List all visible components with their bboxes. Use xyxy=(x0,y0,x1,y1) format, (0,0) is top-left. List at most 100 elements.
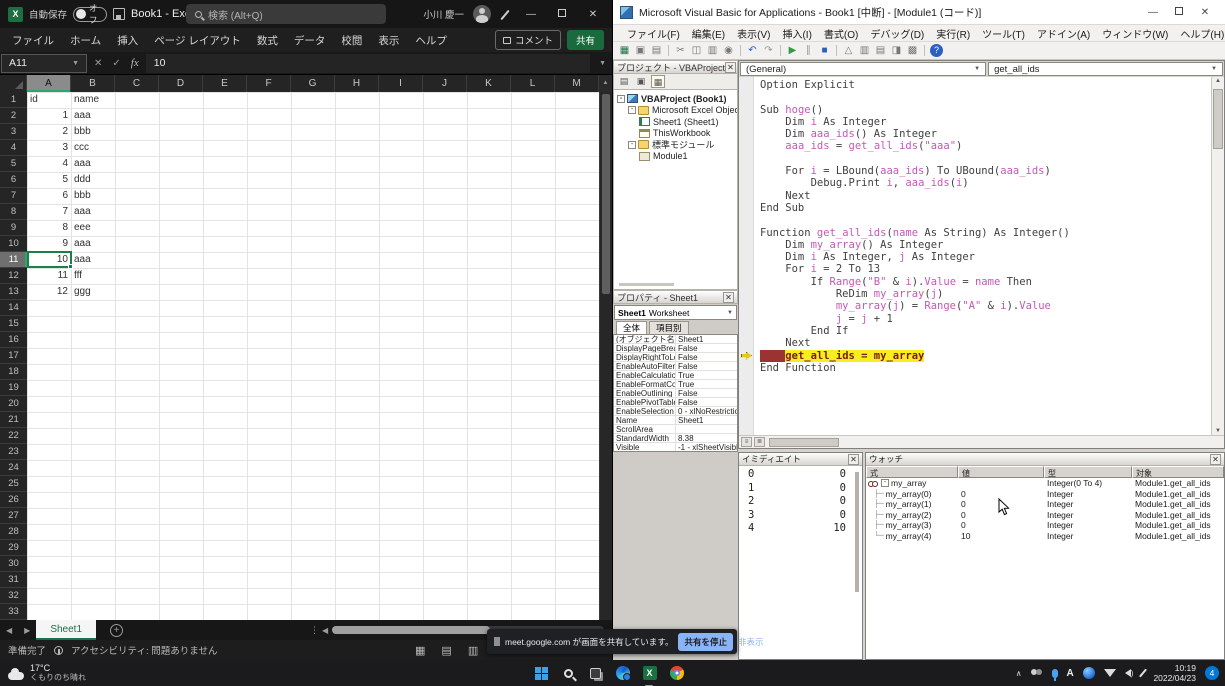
cell-A2[interactable]: 1 xyxy=(27,108,71,124)
code-vscroll-thumb[interactable] xyxy=(1213,89,1223,149)
row-header-29[interactable]: 29 xyxy=(0,540,27,556)
column-header-M[interactable]: M xyxy=(555,75,599,92)
cell-B12[interactable]: fff xyxy=(71,268,115,284)
code-editor[interactable]: Option Explicit Sub hoge() Dim i As Inte… xyxy=(754,77,1211,435)
notification-badge[interactable]: 4 xyxy=(1205,666,1219,680)
vbe-menu-7[interactable]: ツール(T) xyxy=(976,26,1031,41)
row-header-21[interactable]: 21 xyxy=(0,412,27,428)
cell-B8[interactable]: aaa xyxy=(71,204,115,220)
cell-B13[interactable]: ggg xyxy=(71,284,115,300)
minimize-button[interactable]: — xyxy=(520,9,542,20)
cell-B10[interactable]: aaa xyxy=(71,236,115,252)
sheet-nav-left-icon[interactable]: ◀ xyxy=(0,626,18,635)
row-header-27[interactable]: 27 xyxy=(0,508,27,524)
row-header-24[interactable]: 24 xyxy=(0,460,27,476)
cells[interactable]: idname1aaa2bbb3ccc4aaa5ddd6bbb7aaa8eee9a… xyxy=(27,92,599,620)
copy-icon[interactable]: ◫ xyxy=(690,44,703,57)
redo-icon[interactable]: ↷ xyxy=(762,44,775,57)
property-row-3[interactable]: EnableAutoFilterFalse xyxy=(614,362,737,371)
row-header-6[interactable]: 6 xyxy=(0,172,27,188)
normal-view-icon[interactable]: ▦ xyxy=(415,644,425,657)
enter-icon[interactable]: ✓ xyxy=(109,58,123,69)
immediate-scrollbar[interactable] xyxy=(855,472,859,592)
hscroll-left-icon[interactable]: ◀ xyxy=(322,626,328,635)
column-header-F[interactable]: F xyxy=(247,75,291,92)
watch-header-context[interactable]: 対象 xyxy=(1132,466,1224,478)
ribbon-tab-3[interactable]: ページ レイアウト xyxy=(146,33,249,48)
collapse-icon[interactable]: - xyxy=(628,106,636,114)
wifi-icon[interactable] xyxy=(1104,669,1116,677)
code-scroll-down-icon[interactable]: ▼ xyxy=(1212,428,1224,434)
find-icon[interactable]: ◉ xyxy=(722,44,735,57)
column-header-E[interactable]: E xyxy=(203,75,247,92)
vbe-menu-9[interactable]: ウィンドウ(W) xyxy=(1096,26,1174,41)
windows-taskbar-button[interactable] xyxy=(533,665,550,682)
full-module-view-icon[interactable]: ≣ xyxy=(754,437,765,447)
property-row-7[interactable]: EnablePivotTableFalse xyxy=(614,398,737,407)
vbe-minimize-button[interactable]: — xyxy=(1140,7,1166,18)
autosave-toggle[interactable]: オフ xyxy=(73,7,107,22)
vbe-menu-2[interactable]: 表示(V) xyxy=(731,26,776,41)
tabbar-options-icon[interactable]: ⋮ xyxy=(310,625,319,636)
row-header-20[interactable]: 20 xyxy=(0,396,27,412)
cell-A8[interactable]: 7 xyxy=(27,204,71,220)
property-row-6[interactable]: EnableOutliningFalse xyxy=(614,389,737,398)
row-header-9[interactable]: 9 xyxy=(0,220,27,236)
row-header-4[interactable]: 4 xyxy=(0,140,27,156)
ime-indicator[interactable]: A xyxy=(1067,668,1074,679)
edge-taskbar-button[interactable] xyxy=(614,665,631,682)
accessibility-status[interactable]: アクセシビリティ: 問題ありません xyxy=(71,643,217,657)
ribbon-tab-0[interactable]: ファイル xyxy=(4,33,62,48)
watch-row-1[interactable]: ├─my_array(0)0IntegerModule1.get_all_ids xyxy=(866,489,1224,500)
vbe-menu-5[interactable]: デバッグ(D) xyxy=(864,26,930,41)
project-panel-close-icon[interactable]: ✕ xyxy=(725,62,736,73)
cell-B1[interactable]: name xyxy=(71,92,115,108)
undo-icon[interactable]: ↶ xyxy=(746,44,759,57)
tray-microphone-icon[interactable] xyxy=(1052,669,1058,678)
tree-item-5[interactable]: Module1 xyxy=(614,151,737,163)
watch-row-5[interactable]: └─my_array(4)10IntegerModule1.get_all_id… xyxy=(866,531,1224,542)
watch-row-0[interactable]: -my_arrayInteger(0 To 4)Module1.get_all_… xyxy=(866,478,1224,489)
row-header-3[interactable]: 3 xyxy=(0,124,27,140)
maximize-button[interactable] xyxy=(551,9,573,20)
row-header-11[interactable]: 11 xyxy=(0,252,27,268)
reset-icon[interactable]: ■ xyxy=(818,44,831,57)
view-code-icon[interactable]: ▤ xyxy=(617,75,631,88)
cut-icon[interactable]: ✂ xyxy=(674,44,687,57)
property-row-8[interactable]: EnableSelection0 - xlNoRestrictions xyxy=(614,407,737,416)
row-header-17[interactable]: 17 xyxy=(0,348,27,364)
horizontal-scrollbar-thumb[interactable] xyxy=(332,626,490,634)
project-explorer-icon[interactable]: ▥ xyxy=(858,44,871,57)
row-header-5[interactable]: 5 xyxy=(0,156,27,172)
row-header-15[interactable]: 15 xyxy=(0,316,27,332)
property-row-0[interactable]: (オブジェクト名)Sheet1 xyxy=(614,335,737,344)
row-header-26[interactable]: 26 xyxy=(0,492,27,508)
cell-B4[interactable]: ccc xyxy=(71,140,115,156)
watch-row-2[interactable]: ├─my_array(1)0IntegerModule1.get_all_ids xyxy=(866,499,1224,510)
ribbon-tab-4[interactable]: 数式 xyxy=(249,33,286,48)
column-header-B[interactable]: B xyxy=(71,75,115,92)
ribbon-tab-6[interactable]: 校閲 xyxy=(333,33,370,48)
cell-B5[interactable]: aaa xyxy=(71,156,115,172)
cell-B7[interactable]: bbb xyxy=(71,188,115,204)
close-button[interactable]: ✕ xyxy=(582,9,604,20)
sheet-nav-right-icon[interactable]: ▶ xyxy=(18,626,36,635)
row-header-16[interactable]: 16 xyxy=(0,332,27,348)
formula-input[interactable]: 10 xyxy=(146,54,590,73)
object-browser-icon[interactable]: ◨ xyxy=(890,44,903,57)
immediate-output[interactable]: 00102030410 xyxy=(739,466,862,659)
pen-icon[interactable] xyxy=(500,9,511,20)
row-header-23[interactable]: 23 xyxy=(0,444,27,460)
insert-function-icon[interactable]: fx xyxy=(128,57,142,69)
object-dropdown[interactable]: (General) ▼ xyxy=(740,62,986,76)
property-row-12[interactable]: Visible-1 - xlSheetVisible xyxy=(614,443,737,452)
scroll-up-icon[interactable]: ▲ xyxy=(599,75,612,92)
column-header-J[interactable]: J xyxy=(423,75,467,92)
vbe-menu-1[interactable]: 編集(E) xyxy=(686,26,731,41)
watch-row-4[interactable]: ├─my_array(3)0IntegerModule1.get_all_ids xyxy=(866,520,1224,531)
project-tree-scrollbar[interactable] xyxy=(619,283,674,286)
column-header-L[interactable]: L xyxy=(511,75,555,92)
hide-bar-link[interactable]: 非表示 xyxy=(738,636,764,648)
row-header-28[interactable]: 28 xyxy=(0,524,27,540)
properties-window-icon[interactable]: ▤ xyxy=(874,44,887,57)
